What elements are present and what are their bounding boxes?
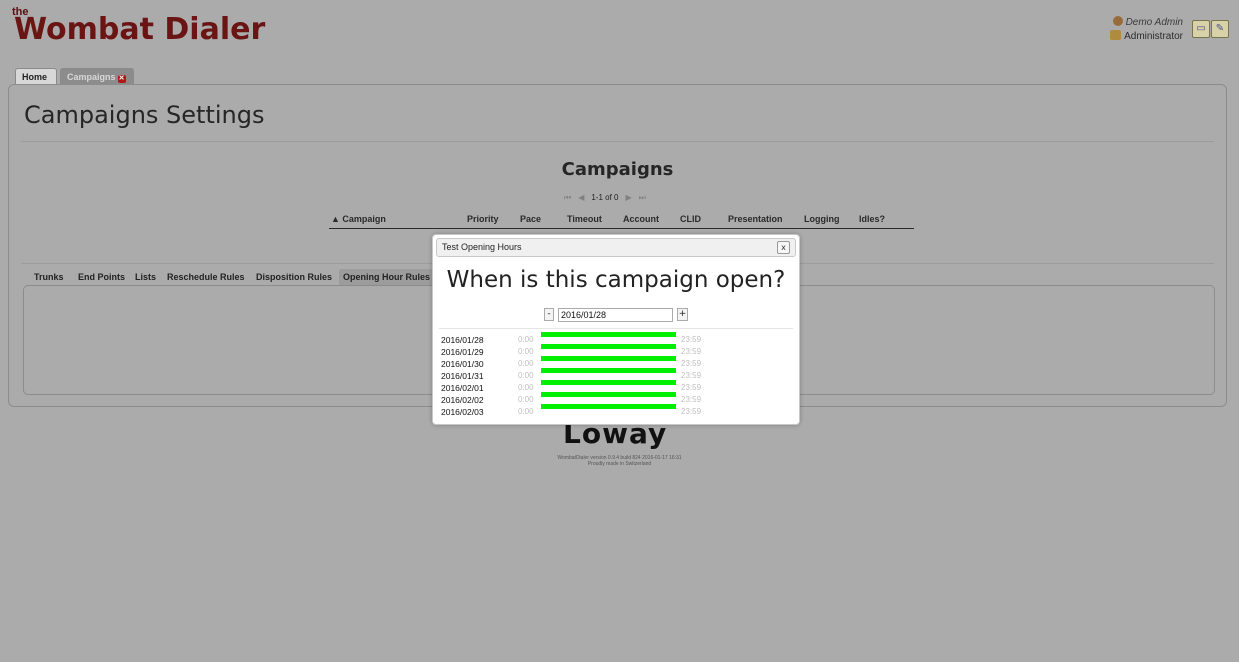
open-hours-bar	[541, 380, 676, 385]
test-opening-hours-dialog: Test Opening Hours x When is this campai…	[432, 234, 800, 425]
subtab-trunks[interactable]: Trunks	[34, 269, 64, 285]
subtab-opening-hour-rules[interactable]: Opening Hour Rules	[339, 269, 435, 285]
row-date: 2016/02/02	[441, 395, 484, 405]
date-input[interactable]: 2016/01/28	[558, 308, 673, 322]
dialog-close-button[interactable]: x	[777, 241, 790, 254]
row-start: 0:00	[518, 407, 534, 416]
dialog-heading: When is this campaign open?	[446, 267, 786, 293]
row-start: 0:00	[518, 371, 534, 380]
user-icon	[1112, 16, 1123, 26]
col-pace[interactable]: Pace	[520, 214, 541, 224]
open-hours-bar	[541, 332, 676, 337]
subtab-end-points[interactable]: End Points	[78, 269, 125, 285]
row-end: 23:59	[681, 371, 702, 380]
row-end: 23:59	[681, 347, 702, 356]
tab-home-label: Home	[22, 72, 48, 82]
tab-campaigns[interactable]: Campaigns ✕	[60, 68, 134, 85]
row-start: 0:00	[518, 395, 534, 404]
row-end: 23:59	[681, 383, 702, 392]
table-header-line	[329, 228, 914, 229]
user-info: Demo Admin Administrator	[1110, 16, 1183, 44]
dialog-titlebar[interactable]: Test Opening Hours x	[436, 238, 796, 257]
open-hours-bar	[541, 392, 676, 397]
row-date: 2016/02/03	[441, 407, 484, 417]
subtab-disposition-rules[interactable]: Disposition Rules	[256, 269, 332, 285]
tab-campaigns-label: Campaigns	[67, 72, 116, 82]
col-priority[interactable]: Priority	[467, 214, 499, 224]
row-start: 0:00	[518, 335, 534, 344]
user-role: Administrator	[1124, 31, 1183, 42]
row-date: 2016/01/31	[441, 371, 484, 381]
open-hours-bar	[541, 368, 676, 373]
row-end: 23:59	[681, 359, 702, 368]
first-page-icon[interactable]: ⏮	[564, 193, 571, 203]
admin-role-icon	[1110, 30, 1122, 40]
divider	[21, 141, 1214, 142]
row-date: 2016/01/28	[441, 335, 484, 345]
edit-icon-button[interactable]: ✎	[1211, 20, 1229, 38]
col-logging[interactable]: Logging	[804, 214, 840, 224]
footer-tagline: Proudly made in Switzerland	[587, 461, 652, 467]
next-page-icon[interactable]: ▶	[626, 193, 632, 202]
col-clid[interactable]: CLID	[680, 214, 701, 224]
hours-row: 2016/02/03 0:00 23:59	[441, 404, 741, 418]
pager-text: 1-1 of 0	[591, 193, 619, 202]
row-end: 23:59	[681, 335, 702, 344]
col-idles[interactable]: Idles?	[859, 214, 885, 224]
tab-home[interactable]: Home	[15, 68, 57, 85]
col-presentation[interactable]: Presentation	[728, 214, 783, 224]
subtab-lists[interactable]: Lists	[135, 269, 156, 285]
col-account[interactable]: Account	[623, 214, 659, 224]
subtab-reschedule-rules[interactable]: Reschedule Rules	[167, 269, 245, 285]
prev-date-button[interactable]: -	[544, 308, 554, 321]
last-page-icon[interactable]: ⏭	[639, 193, 646, 203]
row-start: 0:00	[518, 347, 534, 356]
user-name[interactable]: Demo Admin	[1126, 17, 1183, 28]
row-start: 0:00	[518, 383, 534, 392]
campaigns-table-heading: Campaigns	[561, 159, 674, 180]
row-date: 2016/01/30	[441, 359, 484, 369]
row-date: 2016/01/29	[441, 347, 484, 357]
col-timeout[interactable]: Timeout	[567, 214, 602, 224]
row-end: 23:59	[681, 395, 702, 404]
open-hours-bar	[541, 344, 676, 349]
dialog-title: Test Opening Hours	[442, 242, 522, 252]
pager: ⏮ ◀ 1-1 of 0 ▶ ⏭	[564, 193, 653, 203]
open-hours-bar	[541, 356, 676, 361]
logo-wordmark: Wombat Dialer	[14, 12, 266, 47]
window-icon-button[interactable]: ▭	[1192, 20, 1210, 38]
divider	[439, 328, 793, 329]
col-campaign[interactable]: ▲ Campaign	[331, 214, 386, 224]
next-date-button[interactable]: +	[677, 308, 688, 321]
prev-page-icon[interactable]: ◀	[578, 193, 584, 202]
row-start: 0:00	[518, 359, 534, 368]
page-title: Campaigns Settings	[24, 101, 265, 129]
row-date: 2016/02/01	[441, 383, 484, 393]
open-hours-bar	[541, 404, 676, 409]
close-tab-icon[interactable]: ✕	[117, 75, 126, 83]
wombat-logo: the Wombat Dialer	[10, 6, 290, 47]
row-end: 23:59	[681, 407, 702, 416]
